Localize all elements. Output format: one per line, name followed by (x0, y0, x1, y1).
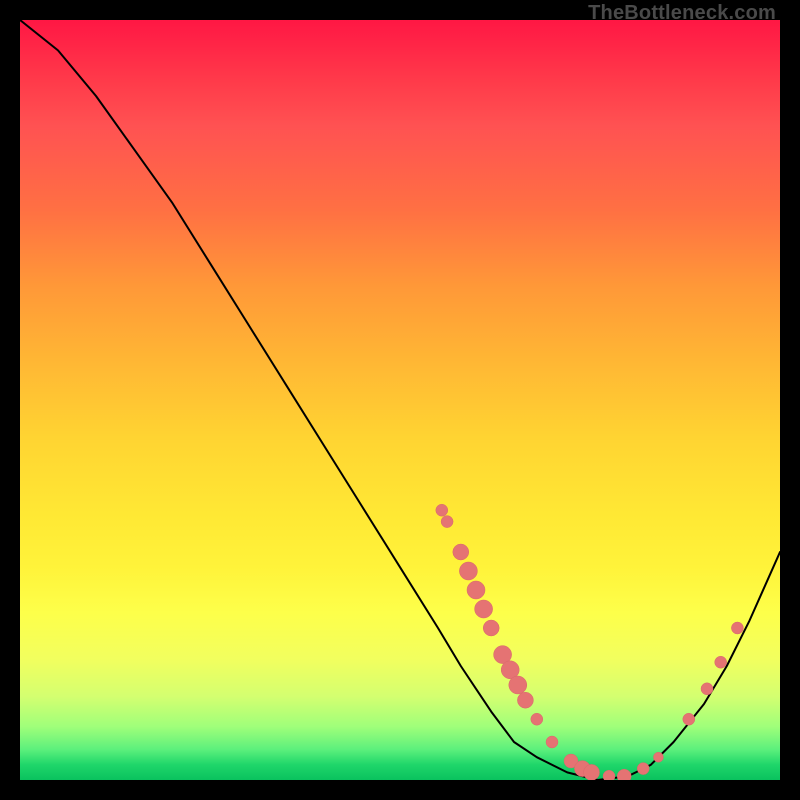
data-dot (683, 713, 695, 725)
curve-line (20, 20, 780, 780)
data-dot (603, 770, 615, 780)
data-dot (453, 544, 469, 560)
chart-svg (20, 20, 780, 780)
data-dot (436, 504, 448, 516)
data-dot (701, 683, 713, 695)
data-dot (653, 752, 663, 762)
data-dot (459, 562, 477, 580)
data-dot (483, 620, 499, 636)
data-dot (531, 713, 543, 725)
data-dot (637, 763, 649, 775)
data-dot (517, 692, 533, 708)
data-dot (475, 600, 493, 618)
data-dot (584, 764, 600, 780)
data-dot (441, 516, 453, 528)
data-dot (715, 656, 727, 668)
data-dot (546, 736, 558, 748)
data-dot (617, 769, 631, 780)
data-dot (467, 581, 485, 599)
data-dot (509, 676, 527, 694)
dots-group (436, 504, 744, 780)
data-dot (731, 622, 743, 634)
